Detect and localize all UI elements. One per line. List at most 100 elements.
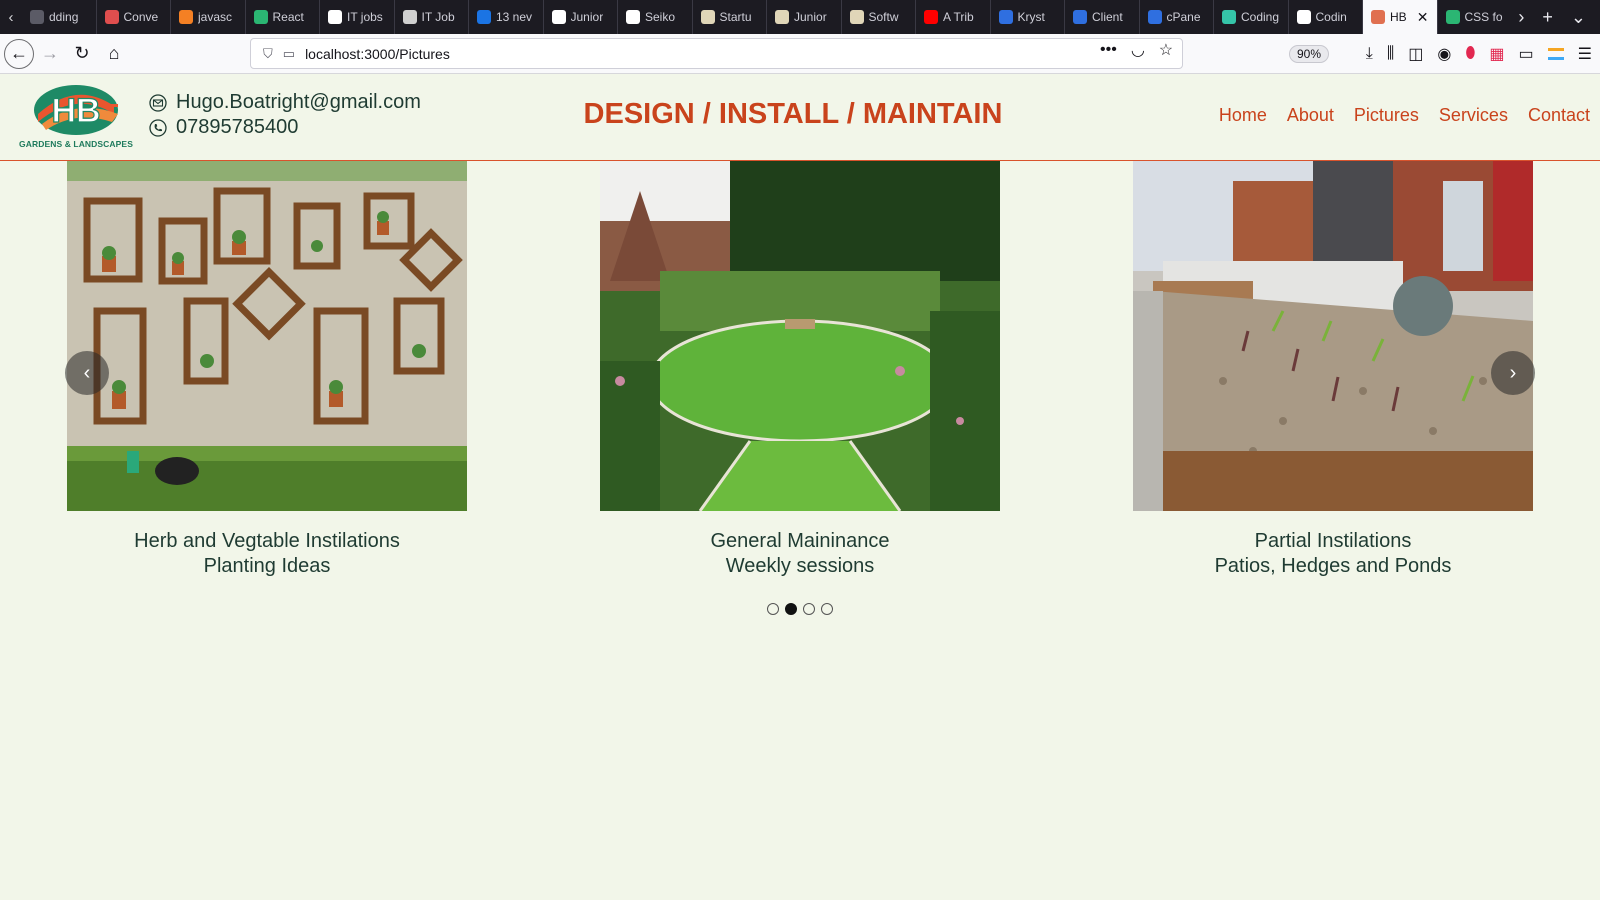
- browser-tab[interactable]: cPane: [1140, 0, 1214, 34]
- caption-subtitle: Patios, Hedges and Ponds: [1214, 555, 1452, 577]
- zoom-level-badge[interactable]: 90%: [1289, 45, 1330, 63]
- tab-title: Kryst: [1017, 10, 1045, 24]
- browser-tab-strip: ‹ dding Conve javasc React IT jobs IT Job 13 n…: [0, 0, 1600, 34]
- caption-subtitle: Planting Ideas: [203, 555, 331, 577]
- back-button[interactable]: ←: [4, 38, 34, 69]
- tab-title: Junior: [570, 10, 604, 24]
- url-text[interactable]: localhost:3000/Pictures: [305, 46, 450, 62]
- itjobs-icon: [328, 10, 342, 24]
- logo-tagline: GARDENS & LANDSCAPES: [19, 139, 133, 149]
- tab-title: IT jobs: [347, 10, 383, 24]
- site-header: HB GARDENS & LANDSCAPES Hugo.Boatright@g…: [0, 74, 1600, 161]
- carousel-dot[interactable]: [803, 603, 815, 615]
- tab-title: React: [272, 10, 304, 24]
- shield-icon[interactable]: ⛉: [263, 46, 273, 62]
- browser-tab[interactable]: IT Job: [395, 0, 469, 34]
- extension-red-icon[interactable]: ⬮: [1465, 45, 1475, 63]
- carousel-dot[interactable]: [785, 603, 797, 615]
- tab-title: HB: [1390, 10, 1407, 24]
- nav-link-services[interactable]: Services: [1439, 105, 1508, 126]
- extension-stripes-icon[interactable]: [1547, 48, 1564, 60]
- caption-title: Herb and Vegtable Instilations: [134, 530, 400, 552]
- browser-tab[interactable]: Coding: [1214, 0, 1289, 34]
- slide-image-herb-wall: [67, 161, 467, 511]
- carousel-slide: Herb and Vegtable Instilations Planting …: [67, 161, 467, 579]
- w-logo-icon: [775, 10, 789, 24]
- nav-link-about[interactable]: About: [1287, 105, 1334, 126]
- tabs-scroll-right-button[interactable]: ›: [1518, 7, 1524, 28]
- slide-image-front-yard: [1133, 161, 1533, 511]
- window-icon[interactable]: ▭: [1519, 44, 1534, 64]
- browser-tab[interactable]: javasc: [171, 0, 246, 34]
- browser-tab[interactable]: 13 nev: [469, 0, 544, 34]
- browser-tab[interactable]: Junior: [544, 0, 618, 34]
- shield-icon: [998, 10, 1013, 24]
- carousel-slide: General Maininance Weekly sessions: [600, 161, 1000, 579]
- page-actions-menu-icon[interactable]: •••: [1100, 41, 1117, 59]
- tabs-scroll-left-button[interactable]: ‹: [0, 0, 22, 34]
- list-all-tabs-icon[interactable]: ⌄: [1571, 7, 1586, 28]
- page-info-icon[interactable]: ▭: [283, 46, 295, 62]
- tab-title: dding: [49, 10, 79, 24]
- browser-tab[interactable]: Client: [1065, 0, 1140, 34]
- hb-icon: [1371, 10, 1385, 24]
- browser-tab[interactable]: Junior: [767, 0, 842, 34]
- library-icon[interactable]: ⫼: [1387, 45, 1394, 63]
- carousel-dot[interactable]: [767, 603, 779, 615]
- browser-tab[interactable]: Seiko: [618, 0, 693, 34]
- extension-grid-icon[interactable]: ▦: [1489, 44, 1504, 64]
- close-tab-icon[interactable]: ✕: [1417, 9, 1429, 26]
- tab-title: Softw: [868, 10, 899, 24]
- tab-title: Junior: [794, 10, 827, 24]
- tab-actions: › + ⌄: [1508, 0, 1600, 34]
- itjob-icon: [402, 10, 417, 24]
- carousel-indicators: [0, 603, 1600, 615]
- carousel-next-button[interactable]: ›: [1491, 351, 1535, 395]
- pictures-carousel: Herb and Vegtable Instilations Planting …: [0, 161, 1600, 621]
- codingame-icon: [1222, 10, 1236, 24]
- slide-caption: Herb and Vegtable Instilations Planting …: [67, 529, 467, 579]
- nav-link-pictures[interactable]: Pictures: [1354, 105, 1419, 126]
- red-circle-icon: [104, 10, 119, 24]
- browser-tab[interactable]: Codin: [1289, 0, 1363, 34]
- carousel-prev-button[interactable]: ‹: [65, 351, 109, 395]
- new-tab-button[interactable]: +: [1542, 7, 1553, 28]
- youtube-icon: [924, 10, 938, 24]
- browser-tab[interactable]: Conve: [97, 0, 171, 34]
- bookmark-star-icon[interactable]: ☆: [1159, 40, 1173, 60]
- browser-tab[interactable]: CSS fo: [1438, 0, 1509, 34]
- account-icon[interactable]: ◉: [1437, 44, 1451, 64]
- generic-page-icon: [30, 10, 44, 24]
- tab-title: Coding: [1241, 10, 1280, 24]
- browser-tab[interactable]: HB ✕: [1363, 0, 1438, 34]
- url-actions: ••• ◡ ☆: [1100, 34, 1173, 65]
- tab-title: Startu: [719, 10, 752, 24]
- sidebar-icon[interactable]: ◫: [1408, 44, 1423, 64]
- shield-icon: [1073, 10, 1087, 24]
- w-logo-icon: [700, 10, 715, 24]
- carousel-dot[interactable]: [821, 603, 833, 615]
- home-button[interactable]: ⌂: [98, 38, 130, 70]
- tab-title: 13 nev: [496, 10, 533, 24]
- browser-tab[interactable]: Startu: [693, 0, 767, 34]
- url-bar[interactable]: ⛉ ▭ localhost:3000/Pictures 90%: [250, 38, 1330, 69]
- js-icon: [477, 10, 491, 24]
- caption-subtitle: Weekly sessions: [725, 555, 875, 577]
- app-menu-icon[interactable]: ☰: [1578, 44, 1592, 64]
- tab-title: A Trib: [943, 10, 974, 24]
- browser-tab[interactable]: dding: [22, 0, 97, 34]
- reload-button[interactable]: ↻: [66, 38, 98, 70]
- nav-link-home[interactable]: Home: [1219, 105, 1267, 126]
- forward-button[interactable]: →: [34, 38, 66, 70]
- nav-link-contact[interactable]: Contact: [1528, 105, 1590, 126]
- browser-tab[interactable]: A Trib: [916, 0, 991, 34]
- pocket-icon[interactable]: ◡: [1131, 40, 1145, 60]
- browser-tab[interactable]: Softw: [842, 0, 916, 34]
- tab-title: Codin: [1315, 10, 1347, 24]
- codepen-icon: [1296, 10, 1311, 24]
- browser-tab[interactable]: Kryst: [991, 0, 1065, 34]
- downloads-icon[interactable]: ⤓: [1366, 45, 1373, 63]
- browser-tab[interactable]: IT jobs: [320, 0, 395, 34]
- slide-caption: Partial Instilations Patios, Hedges and …: [1133, 529, 1533, 579]
- browser-tab[interactable]: React: [246, 0, 320, 34]
